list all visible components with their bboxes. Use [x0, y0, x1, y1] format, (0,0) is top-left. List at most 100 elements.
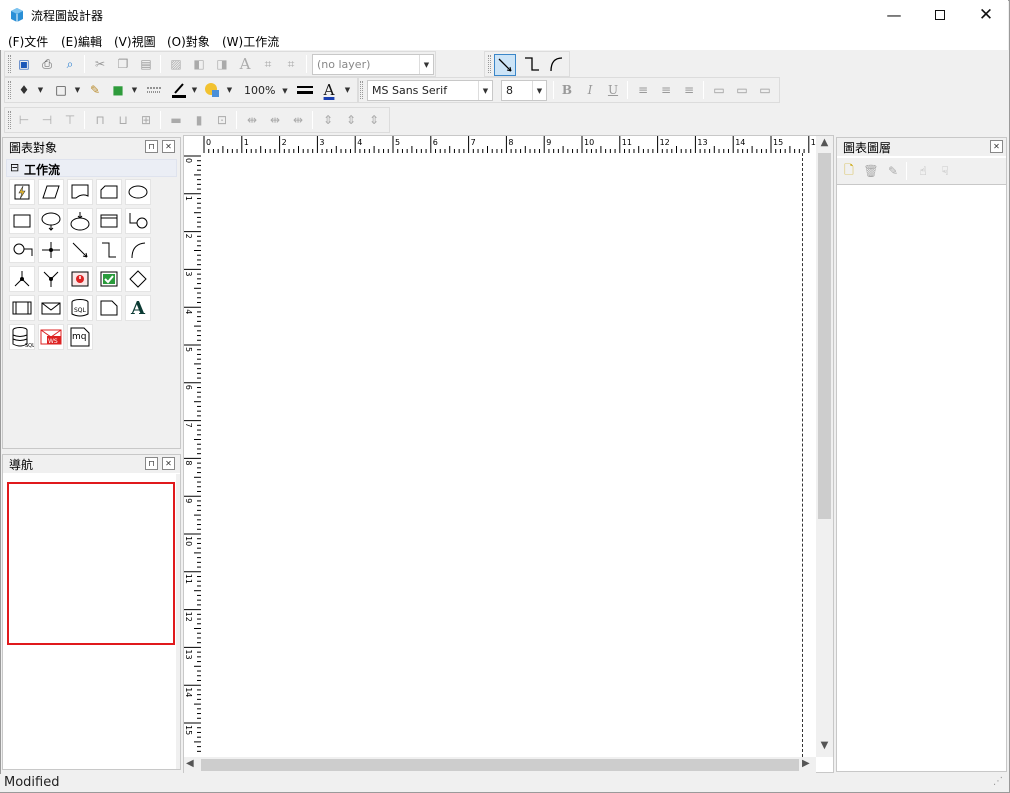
copy-icon[interactable]: ❐	[113, 54, 133, 74]
elbow-line-tool-icon[interactable]	[522, 54, 542, 74]
layer-combo[interactable]: (no layer) ▼	[312, 54, 434, 75]
align-lefts-icon[interactable]: ⊢	[14, 110, 34, 130]
space-horizontal-icon[interactable]: ⇹	[242, 110, 262, 130]
subprocess-icon[interactable]	[9, 295, 35, 321]
same-width-icon[interactable]: ▬	[166, 110, 186, 130]
callout-icon[interactable]	[38, 208, 64, 234]
navigation-viewport[interactable]	[7, 482, 175, 645]
align-center-icon[interactable]: ≡	[656, 80, 676, 100]
align-centers-icon[interactable]: ⊣	[37, 110, 57, 130]
mq-icon[interactable]: mq	[67, 324, 93, 350]
move-layer-up-icon[interactable]: ☝	[913, 161, 933, 181]
minimize-button[interactable]: —	[871, 0, 917, 30]
connector-icon[interactable]	[67, 208, 93, 234]
elbow-line-icon[interactable]	[96, 237, 122, 263]
vertical-scrollbar[interactable]: ▲ ▼	[816, 136, 833, 757]
brush-icon[interactable]: ✎	[85, 80, 105, 100]
text-icon[interactable]: A	[125, 295, 151, 321]
close-icon[interactable]: ✕	[162, 457, 175, 470]
same-size-icon[interactable]: ⊡	[212, 110, 232, 130]
bold-button[interactable]: B	[557, 80, 577, 100]
size-combo[interactable]: 8 ▼	[501, 80, 547, 101]
menu-edit[interactable]: (E)編輯	[61, 33, 102, 50]
rectangle-icon[interactable]	[9, 208, 35, 234]
menu-view[interactable]: (V)視圖	[114, 33, 156, 50]
toolbar-grip[interactable]	[488, 55, 491, 73]
menu-object[interactable]: (O)對象	[167, 33, 210, 50]
align-tops-icon[interactable]: ⊓	[90, 110, 110, 130]
italic-button[interactable]: I	[580, 80, 600, 100]
database-icon[interactable]: SQL	[9, 324, 35, 350]
shape-color-icon[interactable]	[202, 80, 222, 100]
chevron-down-icon[interactable]: ▼	[343, 80, 352, 100]
new-layer-icon[interactable]: 🗋	[839, 161, 859, 181]
workflow-group-header[interactable]: ⊟ 工作流	[6, 159, 177, 177]
join-icon[interactable]	[38, 266, 64, 292]
curve-line-icon[interactable]	[125, 237, 151, 263]
drawing-canvas[interactable]	[201, 153, 815, 757]
line-color-icon[interactable]	[169, 80, 189, 100]
loop-icon[interactable]	[125, 208, 151, 234]
pin-icon[interactable]: ⊓	[145, 140, 158, 153]
increase-vspace-icon[interactable]: ⇕	[341, 110, 361, 130]
bring-front-icon[interactable]: ◧	[189, 54, 209, 74]
underline-button[interactable]: U	[603, 80, 623, 100]
close-icon[interactable]: ✕	[990, 140, 1003, 153]
check-icon[interactable]	[96, 266, 122, 292]
text-tool-icon[interactable]: A	[235, 54, 255, 74]
toolbar-grip[interactable]	[8, 81, 11, 99]
close-icon[interactable]: ✕	[162, 140, 175, 153]
print-icon[interactable]: ⎙	[37, 54, 57, 74]
toolbar-grip[interactable]	[360, 81, 363, 99]
send-back-icon[interactable]: ◨	[212, 54, 232, 74]
webservice-icon[interactable]: WS	[38, 324, 64, 350]
cut-icon[interactable]: ✂	[90, 54, 110, 74]
align-rights-icon[interactable]: ⊤	[60, 110, 80, 130]
envelope-icon[interactable]	[38, 295, 64, 321]
collapse-icon[interactable]: ⊟	[10, 161, 19, 174]
scroll-down-icon[interactable]: ▼	[816, 740, 833, 754]
lightning-icon[interactable]	[9, 179, 35, 205]
close-button[interactable]: ✕	[963, 0, 1009, 30]
border-style-icon[interactable]: □	[51, 80, 71, 100]
align-left-icon[interactable]: ≡	[633, 80, 653, 100]
scroll-right-icon[interactable]: ▶	[802, 758, 816, 772]
chevron-down-icon[interactable]: ▼	[190, 80, 199, 100]
line-icon[interactable]	[67, 237, 93, 263]
move-layer-down-icon[interactable]: ☟	[935, 161, 955, 181]
diamond-icon[interactable]	[125, 266, 151, 292]
parallelogram-icon[interactable]	[38, 179, 64, 205]
scroll-up-icon[interactable]: ▲	[816, 137, 833, 151]
curve-line-tool-icon[interactable]	[546, 54, 566, 74]
decrease-hspace-icon[interactable]: ⇹	[288, 110, 308, 130]
fill-color-icon[interactable]: ■	[108, 80, 128, 100]
ungroup-icon[interactable]: ⌗	[281, 54, 301, 74]
space-vertical-icon[interactable]: ⇕	[318, 110, 338, 130]
valign-bottom-icon[interactable]: ▭	[755, 80, 775, 100]
resize-grip-icon[interactable]: ⋰	[993, 776, 1003, 787]
align-right-icon[interactable]: ≡	[679, 80, 699, 100]
align-bottoms-icon[interactable]: ⊞	[136, 110, 156, 130]
straight-line-tool-icon[interactable]	[494, 54, 516, 76]
align-middles-icon[interactable]: ⊔	[113, 110, 133, 130]
line-weight-icon[interactable]	[295, 80, 315, 100]
font-color-icon[interactable]: A	[319, 80, 339, 100]
menu-file[interactable]: (F)文件	[8, 33, 48, 50]
valign-top-icon[interactable]: ▭	[709, 80, 729, 100]
line-style-icon[interactable]	[144, 80, 164, 100]
toolbar-grip[interactable]	[8, 111, 11, 129]
save-icon[interactable]: ▣	[14, 54, 34, 74]
note-icon[interactable]	[96, 295, 122, 321]
chevron-down-icon[interactable]: ▼	[225, 80, 234, 100]
increase-hspace-icon[interactable]: ⇹	[265, 110, 285, 130]
scroll-left-icon[interactable]: ◀	[186, 758, 200, 772]
toolbar-grip[interactable]	[8, 55, 11, 73]
pin-icon[interactable]: ⊓	[145, 457, 158, 470]
image-icon[interactable]: ▨	[166, 54, 186, 74]
card-icon[interactable]	[96, 179, 122, 205]
chevron-down-icon[interactable]: ▼	[130, 80, 139, 100]
decrease-vspace-icon[interactable]: ⇕	[364, 110, 384, 130]
valign-middle-icon[interactable]: ▭	[732, 80, 752, 100]
paste-icon[interactable]: ▤	[136, 54, 156, 74]
horizontal-scrollbar[interactable]: ◀ ▶	[184, 757, 816, 773]
